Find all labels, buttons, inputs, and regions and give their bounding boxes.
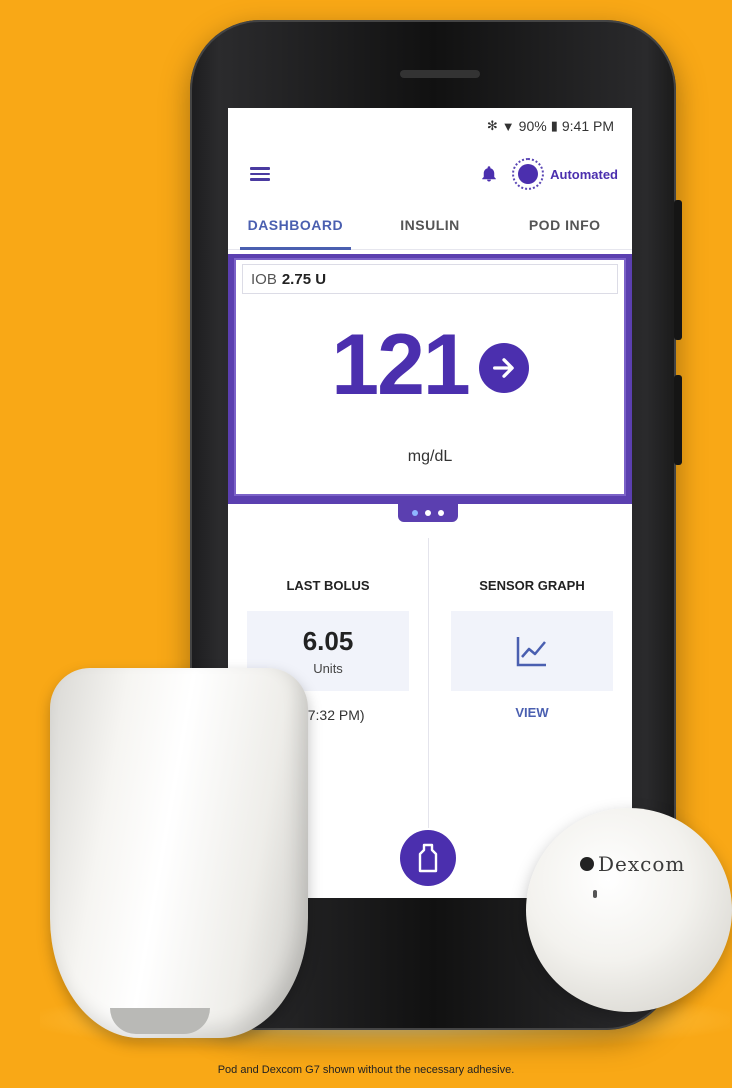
- automated-mode-icon[interactable]: [512, 158, 545, 190]
- iob-label: IOB: [251, 270, 277, 288]
- phone-speaker: [400, 70, 480, 78]
- status-time: 9:41 PM: [561, 118, 614, 134]
- iob-value: 2.75 U: [281, 270, 327, 288]
- hamburger-icon[interactable]: [250, 167, 270, 181]
- dexcom-wordmark: Dexcom: [598, 852, 686, 876]
- glucose-unit: mg/dL: [407, 448, 453, 465]
- tab-bar: DASHBOARD INSULIN POD INFO: [228, 204, 632, 250]
- tab-pod-info[interactable]: POD INFO: [497, 204, 632, 249]
- phone-power-button: [674, 375, 682, 465]
- battery-icon: ▮: [550, 118, 558, 133]
- page-dot-3: [438, 510, 444, 516]
- dexcom-logo-dot: [580, 857, 594, 871]
- glucose-card-frame: IOB 2.75 U 121 mg/dL: [228, 254, 632, 504]
- wifi-icon: ▼: [501, 118, 515, 134]
- bluetooth-icon: ✻: [486, 118, 498, 133]
- page-indicator[interactable]: [398, 504, 458, 522]
- status-bar: ✻ ▼ 90% ▮ 9:41 PM: [228, 108, 632, 144]
- phone-volume-button: [674, 200, 682, 340]
- dexcom-logo: Dexcom: [580, 852, 685, 876]
- glucose-value: 121: [331, 317, 470, 413]
- dexcom-sensor: [526, 808, 732, 1012]
- page-dot-2: [425, 510, 431, 516]
- sensor-graph-panel: SENSOR GRAPH VIEW: [432, 578, 632, 720]
- caption: Pod and Dexcom G7 shown without the nece…: [217, 1064, 515, 1076]
- bolus-button[interactable]: [400, 830, 456, 886]
- sensor-graph-title: SENSOR GRAPH: [479, 578, 585, 593]
- panel-divider: [428, 538, 429, 828]
- tab-insulin[interactable]: INSULIN: [363, 204, 498, 249]
- view-graph-link[interactable]: VIEW: [432, 705, 632, 720]
- pod-cannula-base: [110, 1008, 210, 1034]
- page-dot-1: [412, 510, 418, 516]
- tab-dashboard[interactable]: DASHBOARD: [228, 204, 363, 250]
- glucose-reading: 121: [236, 322, 624, 408]
- battery-percent: 90%: [518, 118, 547, 134]
- line-chart-icon[interactable]: [451, 611, 613, 691]
- omnipod-pod: [50, 668, 308, 1038]
- arrow-right-icon: [478, 343, 529, 393]
- mode-label[interactable]: Automated: [550, 167, 618, 182]
- bolus-icon: [418, 843, 438, 873]
- glucose-card[interactable]: IOB 2.75 U 121 mg/dL: [234, 258, 626, 496]
- iob-row: IOB 2.75 U: [242, 264, 618, 294]
- sensor-port: [593, 890, 597, 898]
- app-header: Automated: [228, 144, 632, 204]
- last-bolus-title: LAST BOLUS: [286, 578, 370, 593]
- last-bolus-unit: Units: [313, 661, 343, 676]
- bell-icon[interactable]: [480, 165, 498, 183]
- product-photo: ✻ ▼ 90% ▮ 9:41 PM Automated DASHBOARD IN…: [0, 0, 732, 1088]
- last-bolus-value: 6.05: [302, 626, 354, 656]
